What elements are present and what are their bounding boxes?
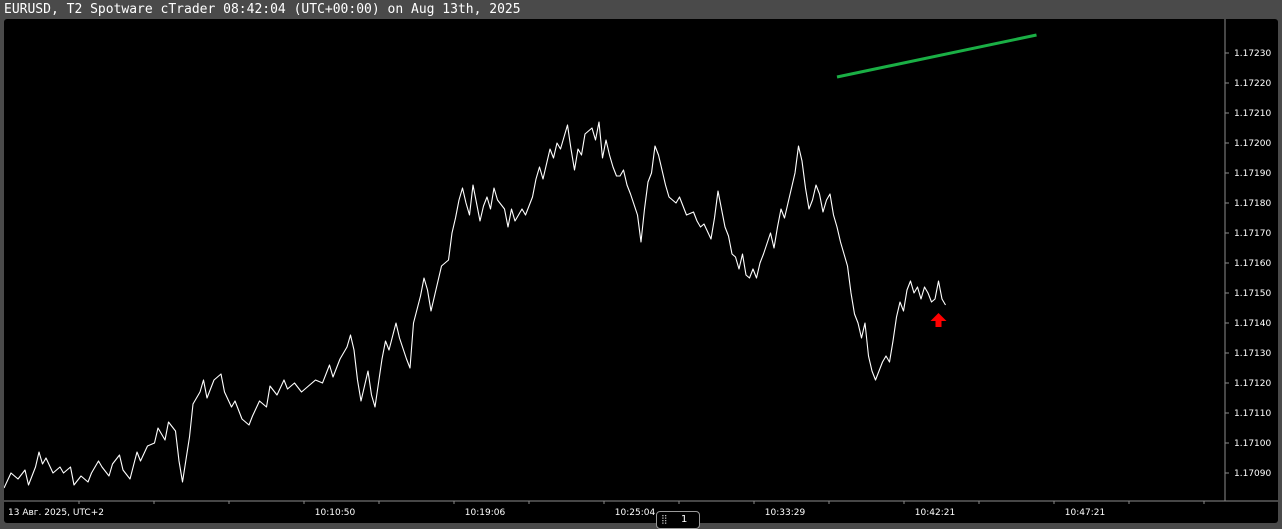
price-axis-label: 1.17210: [1234, 109, 1271, 119]
price-axis-label: 1.17160: [1234, 259, 1271, 269]
price-axis-label: 1.17220: [1234, 79, 1271, 89]
price-axis-label: 1.17120: [1234, 379, 1271, 389]
time-axis-date-label: 13 Авг. 2025, UTC+2: [8, 508, 104, 518]
price-axis-label: 1.17100: [1234, 439, 1271, 449]
chart-title-bar: EURUSD, T2 Spotware cTrader 08:42:04 (UT…: [0, 0, 1282, 19]
price-axis-label: 1.17180: [1234, 199, 1271, 209]
price-chart[interactable]: 1.17230 1.17220 1.17210 1.17200 1.17190 1.171…: [4, 19, 1278, 523]
price-axis-label: 1.17130: [1234, 349, 1271, 359]
page-number: 1: [681, 514, 688, 525]
price-axis-label: 1.17170: [1234, 229, 1271, 239]
time-axis-label: 10:25:04: [615, 508, 656, 518]
chart-area[interactable]: 1.17230 1.17220 1.17210 1.17200 1.17190 1.171…: [4, 19, 1278, 529]
price-line: [4, 121, 946, 489]
price-axis-label: 1.17190: [1234, 169, 1271, 179]
price-axis-label: 1.17200: [1234, 139, 1271, 149]
price-axis[interactable]: 1.17230 1.17220 1.17210 1.17200 1.17190 1.171…: [1225, 49, 1271, 479]
time-axis-label: 10:19:06: [465, 508, 506, 518]
time-axis-label: 10:33:29: [765, 508, 806, 518]
series-layer: [4, 33, 1037, 489]
price-axis-label: 1.17110: [1234, 409, 1271, 419]
price-axis-label: 1.17150: [1234, 289, 1271, 299]
drag-grip-icon[interactable]: ⣿: [661, 514, 668, 526]
price-axis-label: 1.17140: [1234, 319, 1271, 329]
time-axis-label: 10:47:21: [1065, 508, 1105, 518]
buy-arrow-marker[interactable]: [930, 313, 947, 327]
time-axis-label: 10:42:21: [915, 508, 955, 518]
time-axis-label: 10:10:50: [315, 508, 356, 518]
time-axis[interactable]: 10:10:50 10:19:06 10:25:04 10:33:29 10:42:21…: [78, 501, 1205, 518]
price-axis-label: 1.17230: [1234, 49, 1271, 59]
price-axis-label: 1.17090: [1234, 469, 1271, 479]
page-selector-button[interactable]: ⣿ 1: [656, 511, 700, 529]
trend-line[interactable]: [836, 33, 1037, 79]
